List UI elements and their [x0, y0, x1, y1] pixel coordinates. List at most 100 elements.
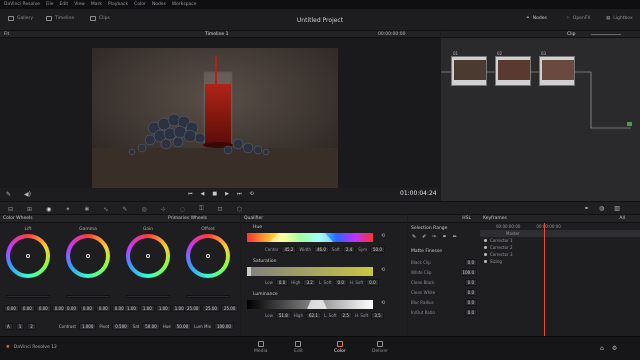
fit-dropdown[interactable]: Fit	[4, 32, 9, 37]
offset-wheel[interactable]	[186, 234, 230, 278]
keyframe-filter-dropdown[interactable]: All	[619, 216, 625, 221]
gamma-master-slider[interactable]	[66, 295, 110, 298]
gamma-wheel[interactable]	[66, 234, 110, 278]
color-page-tab[interactable]: Color	[334, 341, 346, 354]
picker-minus-icon[interactable]: ✐	[422, 234, 426, 240]
window-icon[interactable]: ◎	[141, 206, 146, 213]
picker-plus-icon[interactable]: ✑	[432, 234, 436, 240]
gamma-r[interactable]: 0.00	[79, 305, 95, 312]
page-1-button[interactable]: 1	[15, 323, 25, 330]
lum-lsoft-field[interactable]: 2.5	[339, 312, 352, 319]
openfx-button[interactable]: ✧ OpenFX	[566, 16, 590, 21]
lum-hsoft-field[interactable]: 3.5	[371, 312, 384, 319]
sat-low-field[interactable]: 0.0	[275, 279, 289, 286]
nodes-button[interactable]: ⚭ Nodes	[526, 16, 547, 21]
skip-end-icon[interactable]: ⏭	[237, 191, 242, 197]
nodes-view-icon[interactable]: ⚭	[584, 205, 589, 212]
pen-tool-icon[interactable]: ✎	[6, 191, 11, 198]
tracker-icon[interactable]: ⊹	[161, 206, 166, 213]
feather-plus-icon[interactable]: ✏	[453, 234, 457, 240]
page-2-button[interactable]: 2	[27, 323, 36, 330]
loop-icon[interactable]: ⟲	[249, 191, 253, 197]
lift-puck[interactable]	[26, 254, 30, 258]
settings-icon[interactable]: ⚙	[612, 345, 617, 352]
lift-y[interactable]: 0.00	[4, 305, 19, 312]
hue-width-field[interactable]: 46.0	[314, 246, 329, 253]
menu-playback[interactable]: Playback	[108, 2, 128, 7]
offset-puck[interactable]	[206, 254, 210, 258]
hue-center-field[interactable]: 45.2	[281, 246, 297, 253]
zoom-slider[interactable]	[591, 34, 621, 35]
menu-workspace[interactable]: Workspace	[172, 2, 197, 7]
qualifier-icon[interactable]: ✎	[122, 206, 127, 213]
gain-g[interactable]: 1.00	[155, 305, 171, 312]
timeline-name[interactable]: Timeline 1	[205, 32, 228, 37]
gamma-g[interactable]: 0.00	[95, 305, 111, 312]
sat-reset-icon[interactable]: ⟲	[381, 267, 385, 273]
camera-raw-icon[interactable]: ⊟	[8, 206, 13, 213]
offset-master-slider[interactable]	[186, 295, 230, 298]
keyframe-track-corrector-2[interactable]: Corrector 2	[480, 244, 640, 251]
contrast-field[interactable]: 1.000	[78, 323, 97, 330]
keyframe-playhead[interactable]	[544, 223, 545, 336]
page-a-button[interactable]: A	[4, 323, 13, 330]
info-icon[interactable]: ◍	[599, 205, 604, 212]
inout-ratio-field[interactable]: 0.0	[464, 308, 477, 316]
white-clip-field[interactable]: 100.0	[459, 268, 477, 276]
color-wheels-icon[interactable]: ◉	[46, 206, 51, 213]
menu-edit[interactable]: Edit	[59, 2, 68, 7]
menu-color[interactable]: Color	[134, 2, 146, 7]
lummix-field[interactable]: 100.00	[213, 323, 234, 330]
hue-field[interactable]: 50.00	[173, 323, 192, 330]
hue-reset-icon[interactable]: ⟲	[381, 233, 385, 239]
node-editor[interactable]: 01 02 03	[441, 38, 640, 201]
lum-reset-icon[interactable]: ⟲	[381, 300, 385, 306]
hue-range-bar[interactable]	[247, 233, 373, 242]
key-icon[interactable]: ⚿	[199, 205, 204, 213]
step-back-icon[interactable]: ◀	[201, 191, 205, 197]
keyframe-track-master[interactable]: Master	[480, 230, 640, 237]
qualifier-mode-dropdown[interactable]: HSL	[462, 216, 471, 221]
picker-icon[interactable]: ✎	[412, 234, 416, 240]
gamma-y[interactable]: 0.00	[64, 305, 79, 312]
feather-minus-icon[interactable]: ✒	[443, 234, 447, 240]
sizing-icon[interactable]: ⊡	[218, 206, 223, 213]
saturation-range-bar[interactable]	[247, 267, 373, 276]
menu-file[interactable]: File	[46, 2, 54, 7]
color-match-icon[interactable]: ⊞	[27, 206, 32, 213]
gain-y[interactable]: 1.00	[124, 305, 139, 312]
menu-view[interactable]: View	[74, 2, 85, 7]
keyframe-track-corrector-1[interactable]: Corrector 1	[480, 237, 640, 244]
pivot-field[interactable]: 0.500	[112, 323, 130, 330]
lightbox-button[interactable]: ▦ Lightbox	[606, 16, 633, 21]
menu-nodes[interactable]: Nodes	[152, 2, 166, 7]
keyframe-track-sizing[interactable]: Sizing	[480, 258, 640, 265]
lum-low-field[interactable]: 51.8	[275, 312, 291, 319]
play-icon[interactable]: ▶	[225, 191, 229, 197]
rgb-mixer-icon[interactable]: ✦	[65, 206, 70, 213]
gain-r[interactable]: 1.00	[139, 305, 155, 312]
blur-radius-field[interactable]: 0.0	[464, 298, 477, 306]
node-mode-dropdown[interactable]: Clip	[567, 32, 576, 37]
gamma-puck[interactable]	[86, 254, 90, 258]
gain-puck[interactable]	[146, 254, 150, 258]
sat-high-field[interactable]: 3.2	[303, 279, 316, 286]
blur-icon[interactable]: ◌	[180, 206, 185, 213]
keyframe-track-corrector-3[interactable]: Corrector 3	[480, 251, 640, 258]
deliver-page-tab[interactable]: Deliver	[372, 341, 388, 354]
offset-b[interactable]: 25.00	[220, 305, 239, 312]
skip-start-icon[interactable]: ⏮	[188, 191, 193, 197]
scope-icon[interactable]: ▥	[614, 205, 620, 212]
menu-app[interactable]: DaVinci Resolve	[4, 2, 40, 7]
offset-r[interactable]: 25.00	[184, 305, 202, 312]
lift-wheel[interactable]	[6, 234, 50, 278]
curves-icon[interactable]: ∿	[103, 206, 108, 213]
gain-master-slider[interactable]	[126, 295, 170, 298]
audio-icon[interactable]: ◀)	[24, 191, 31, 198]
clean-white-field[interactable]: 0.0	[464, 288, 477, 296]
sat-lsoft-field[interactable]: 0.0	[334, 279, 347, 286]
lift-g[interactable]: 0.00	[35, 305, 51, 312]
hue-sym-field[interactable]: 50.0	[370, 246, 385, 253]
lift-r[interactable]: 0.00	[19, 305, 35, 312]
motion-effects-icon[interactable]: ✱	[84, 206, 89, 213]
